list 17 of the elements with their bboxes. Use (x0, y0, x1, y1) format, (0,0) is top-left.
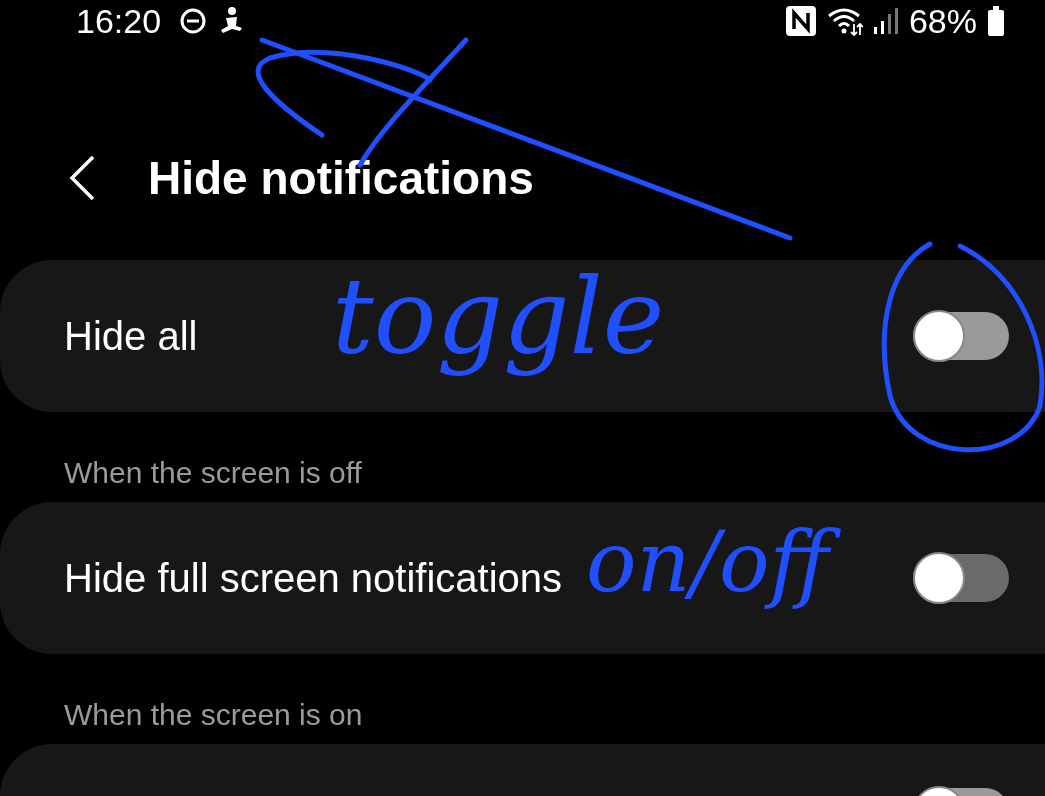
handwritten-note: on/off (580, 508, 846, 618)
battery-icon (987, 5, 1005, 37)
clock-time: 16:20 (76, 1, 162, 41)
back-button[interactable] (68, 155, 96, 201)
section-heading: When the screen is on (63, 698, 364, 733)
do-not-disturb-icon (179, 7, 208, 35)
battery-percentage: 68% (908, 1, 977, 41)
toggle-switch[interactable] (913, 312, 1009, 360)
setting-label: Hide full screen notifications (64, 555, 563, 601)
nfc-icon (784, 5, 817, 37)
section-heading: When the screen is off (63, 456, 363, 491)
setting-label: Hide all (64, 313, 198, 359)
chevron-left-icon (68, 155, 96, 201)
signal-icon (872, 7, 899, 35)
page-title: Hide notifications (148, 151, 534, 205)
wifi-icon (826, 6, 863, 36)
setting-row[interactable]: Hide all toggle (0, 260, 1045, 412)
